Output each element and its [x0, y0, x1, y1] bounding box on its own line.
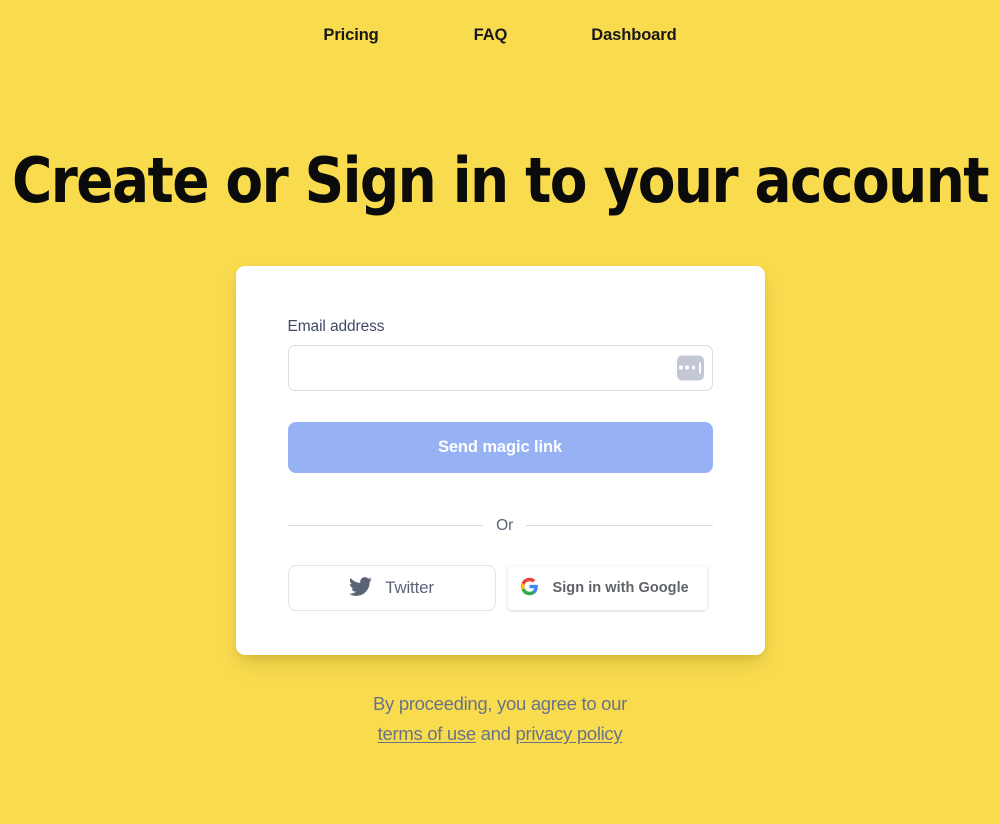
- email-input-row: [287, 344, 713, 391]
- caret-glyph: [698, 362, 701, 374]
- divider-rule-right: [526, 525, 713, 527]
- auth-card: Email address Send magic link Or Twitter…: [235, 265, 765, 655]
- dot-glyph: [685, 365, 690, 370]
- legal-disclaimer: By proceeding, you agree to our terms of…: [0, 689, 1000, 750]
- password-manager-dots-icon[interactable]: [676, 355, 704, 381]
- divider-label: Or: [496, 516, 514, 534]
- email-input[interactable]: [287, 344, 713, 391]
- nav-link-pricing[interactable]: Pricing: [321, 22, 380, 49]
- page-title: Create or Sign in to your account: [12, 144, 989, 217]
- twitter-bird-icon: [349, 575, 373, 601]
- privacy-policy-link[interactable]: privacy policy: [516, 723, 623, 744]
- legal-prefix-text: By proceeding, you agree to our: [373, 692, 627, 714]
- legal-conjunction: and: [475, 723, 516, 745]
- email-field-label: Email address: [287, 317, 385, 335]
- or-divider: Or: [287, 516, 713, 535]
- dot-glyph: [691, 365, 696, 370]
- nav-link-dashboard[interactable]: Dashboard: [589, 22, 678, 49]
- nav-link-faq[interactable]: FAQ: [472, 22, 510, 49]
- send-magic-link-button[interactable]: Send magic link: [287, 421, 713, 473]
- google-g-icon: [520, 577, 539, 599]
- divider-rule-left: [287, 525, 484, 527]
- google-button-label: Sign in with Google: [552, 579, 689, 596]
- google-sign-in-button[interactable]: Sign in with Google: [507, 565, 707, 610]
- dot-glyph: [679, 365, 683, 370]
- terms-of-use-link[interactable]: terms of use: [378, 723, 476, 744]
- social-login-row: Twitter Sign in with Google: [287, 564, 713, 611]
- top-navigation: Pricing FAQ Dashboard: [0, 0, 1000, 70]
- auth-card-container: Email address Send magic link Or Twitter…: [0, 265, 1000, 655]
- twitter-button-label: Twitter: [385, 577, 434, 597]
- twitter-sign-in-button[interactable]: Twitter: [287, 564, 496, 611]
